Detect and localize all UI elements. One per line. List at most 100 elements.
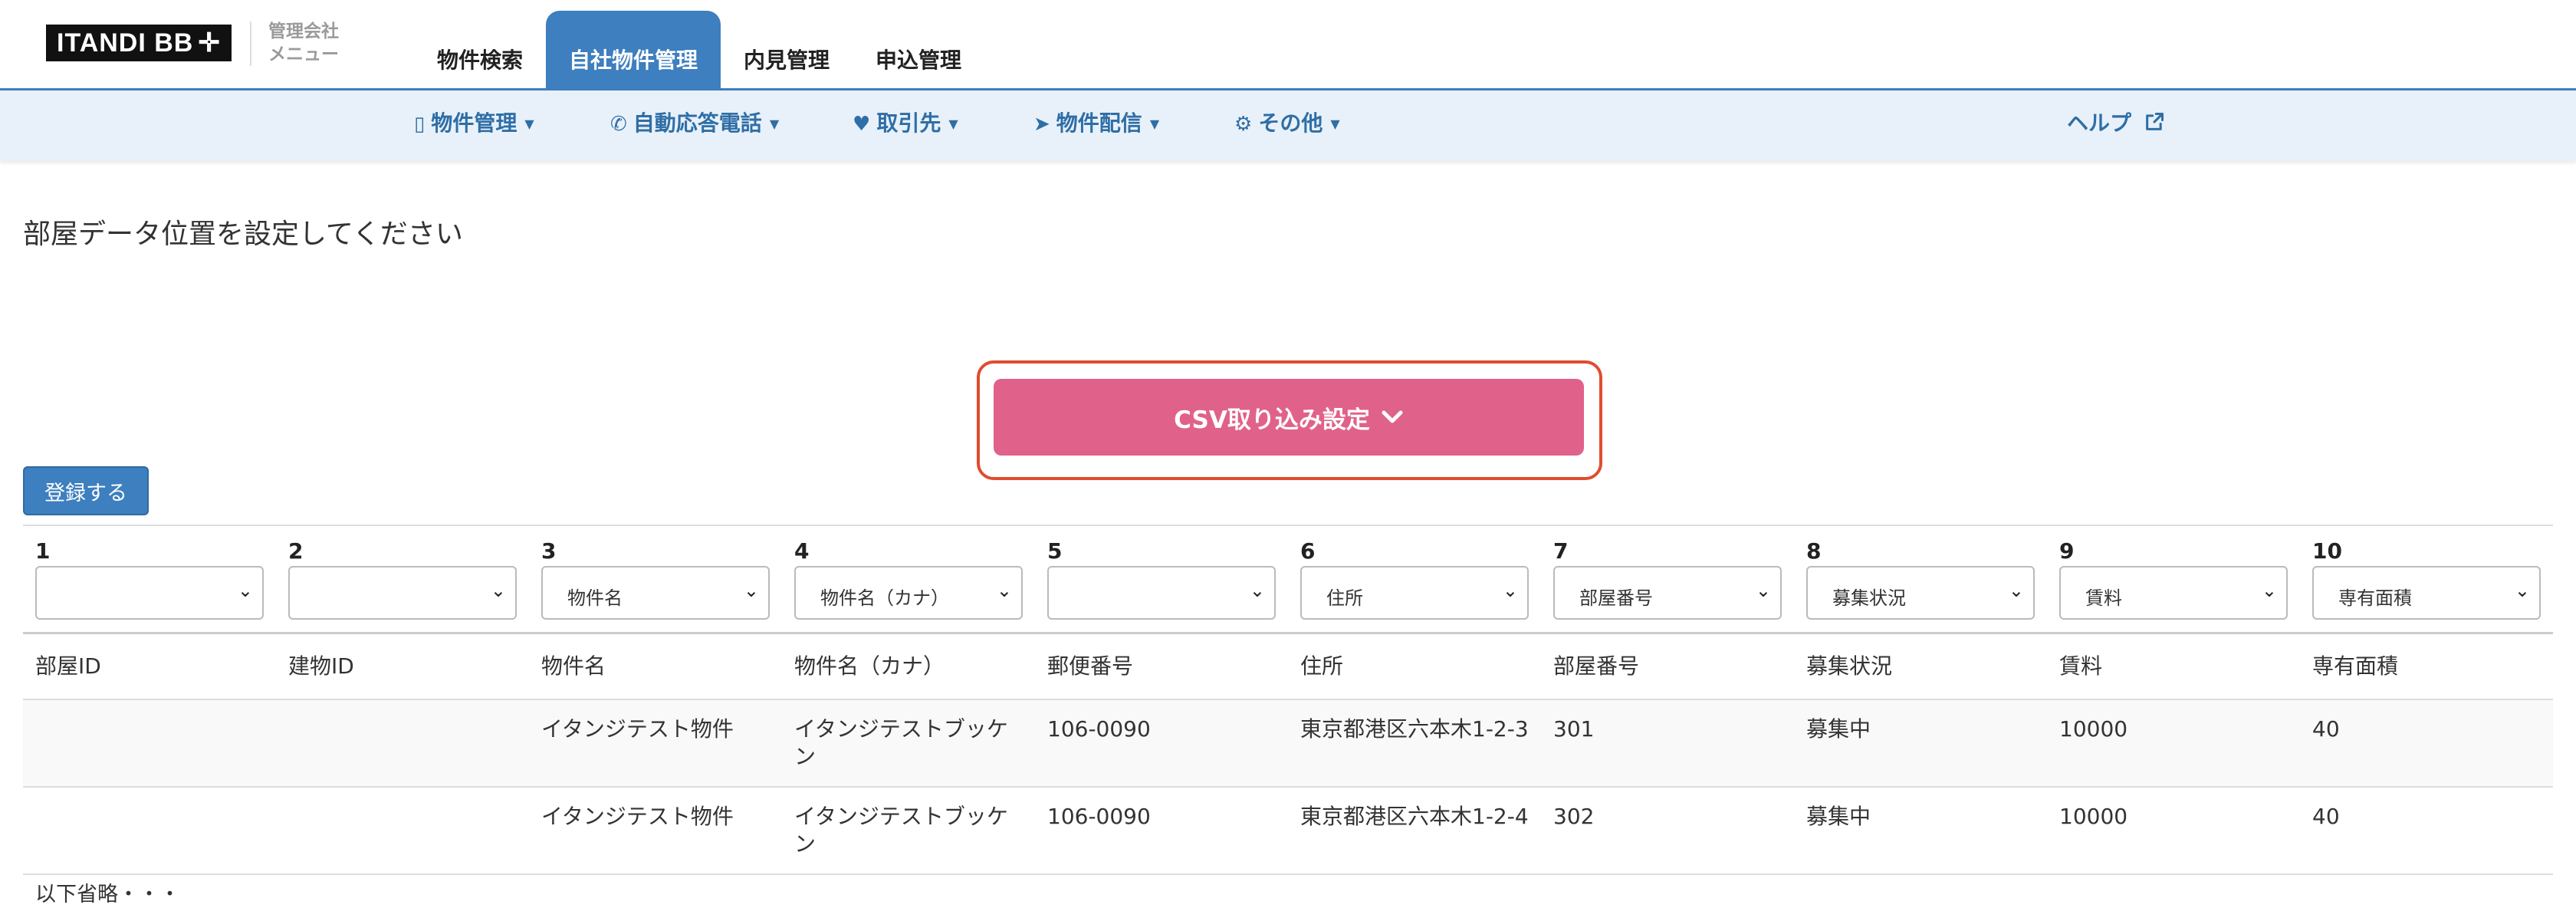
column-header: 賃料 [2059,653,2103,679]
logo-subtitle: 管理会社 メニュー [268,20,360,66]
tab-application-management[interactable]: 申込管理 [853,11,984,90]
column-number: 6 [1300,538,1316,564]
external-link-icon [2145,112,2164,130]
table-cell: 301 [1553,716,1595,742]
top-header: ITANDI BB ✛ 管理会社 メニュー 物件検索 自社物件管理 内見管理 申込… [0,0,2576,90]
chevron-down-icon: ⌄ [2261,580,2277,601]
table-cell: 302 [1553,804,1595,829]
subnav-auto-response-phone[interactable]: ✆ 自動応答電話 ▼ [610,90,779,161]
column-header: 物件名（カナ） [794,653,945,679]
logo-text: ITANDI BB [57,28,194,58]
column-mapping-select[interactable]: 住所 ⌄ [1300,566,1529,620]
column-number: 4 [794,538,810,564]
column-header: 郵便番号 [1047,653,1134,679]
paper-plane-icon: ➤ [1033,113,1050,136]
gear-icon: ⚙ [1234,113,1253,136]
column-header: 募集状況 [1806,653,1893,679]
column-number: 10 [2312,538,2342,564]
register-button[interactable]: 登録する [23,466,149,515]
table-cell: イタンジテストブッケン [794,716,1008,769]
heartbeat-icon: ♥ [853,113,871,136]
chevron-down-icon: ⌄ [490,580,506,601]
select-value: 賃料 [2085,587,2122,609]
column-number: 2 [288,538,304,564]
subnav-label: その他 [1258,110,1323,136]
tab-own-property-management[interactable]: 自社物件管理 [546,11,721,90]
table-cell: 10000 [2059,804,2128,829]
column-mapping-select[interactable]: 部屋番号 ⌄ [1553,566,1782,620]
table-cell: 40 [2312,716,2340,742]
column-mapping-select[interactable]: 専有面積 ⌄ [2312,566,2541,620]
column-number: 7 [1553,538,1569,564]
table-cell: 40 [2312,804,2340,829]
column-header: 専有面積 [2312,653,2399,679]
select-value: 物件名（カナ） [820,587,949,609]
column-number: 8 [1806,538,1822,564]
csv-import-settings-button[interactable]: CSV取り込み設定 [994,379,1584,456]
page-title: 部屋データ位置を設定してください [23,219,463,250]
logo-subtitle-line2: メニュー [268,44,339,64]
column-header: 部屋番号 [1553,653,1640,679]
table-cell: 東京都港区六本木1-2-3 [1300,716,1529,742]
column-number: 3 [541,538,557,564]
select-value: 物件名 [567,587,623,609]
subnav-label: 取引先 [876,110,941,136]
table-cell: イタンジテスト物件 [541,804,734,829]
chevron-down-icon: ⌄ [1502,580,1518,601]
tab-viewing-management[interactable]: 内見管理 [721,11,853,90]
select-value: 部屋番号 [1579,587,1653,609]
chevron-down-icon [1382,410,1403,423]
logo-divider [250,21,251,66]
subnav-business-partners[interactable]: ♥ 取引先 ▼ [853,90,958,161]
column-mapping-select[interactable]: 賃料 ⌄ [2059,566,2288,620]
chevron-down-icon: ⌄ [996,580,1012,601]
column-mapping-select[interactable]: 物件名（カナ） ⌄ [794,566,1023,620]
chevron-down-icon: ⌄ [1249,580,1265,601]
subnav-label: 自動応答電話 [632,110,762,136]
caret-down-icon: ▼ [524,117,534,131]
caret-down-icon: ▼ [769,117,780,131]
caret-down-icon: ▼ [1149,117,1160,131]
subnav-property-management[interactable]: ▯ 物件管理 ▼ [414,90,534,161]
column-mapping-select[interactable]: ⌄ [1047,566,1276,620]
table-cell: 106-0090 [1047,716,1151,742]
chevron-down-icon: ⌄ [237,580,253,601]
table-cell: イタンジテスト物件 [541,716,734,742]
caret-down-icon: ▼ [1330,117,1340,131]
itandi-bb-logo[interactable]: ITANDI BB ✛ [46,25,232,61]
select-value: 募集状況 [1832,587,1906,609]
table-header-row: 部屋ID 建物ID 物件名 物件名（カナ） 郵便番号 住所 部屋番号 募集状況 … [23,634,2553,700]
column-header: 部屋ID [35,653,101,679]
table-cell: 募集中 [1806,804,1871,829]
building-icon: ▯ [414,113,426,136]
subnav-help-link[interactable]: ヘルプ [2067,90,2165,161]
table-cell: 106-0090 [1047,804,1151,829]
column-mapping-select[interactable]: ⌄ [35,566,264,620]
main-nav: 物件検索 自社物件管理 内見管理 申込管理 [414,11,984,90]
chevron-down-icon: ⌄ [743,580,759,601]
help-label: ヘルプ [2067,110,2132,136]
sub-nav: ▯ 物件管理 ▼ ✆ 自動応答電話 ▼ ♥ 取引先 ▼ ➤ 物件配信 ▼ ⚙ その他 ▼ ヘルプ [0,90,2576,161]
subnav-label: 物件管理 [431,110,518,136]
column-number: 1 [35,538,51,564]
tab-property-search[interactable]: 物件検索 [414,11,546,90]
table-cell: 東京都港区六本木1-2-4 [1300,804,1529,829]
csv-button-label: CSV取り込み設定 [1174,406,1370,434]
column-mapping-select[interactable]: 物件名 ⌄ [541,566,770,620]
column-header: 物件名 [541,653,606,679]
logo-subtitle-line1: 管理会社 [268,21,339,41]
subnav-property-distribution[interactable]: ➤ 物件配信 ▼ [1033,90,1159,161]
logo-plus-icon: ✛ [198,28,221,58]
column-mapping-select[interactable]: ⌄ [288,566,517,620]
subnav-other[interactable]: ⚙ その他 ▼ [1234,90,1340,161]
column-mapping-select[interactable]: 募集状況 ⌄ [1806,566,2035,620]
omitted-rows-note: 以下省略・・・ [35,883,180,906]
chevron-down-icon: ⌄ [2008,580,2024,601]
table-cell: 募集中 [1806,716,1871,742]
column-header: 建物ID [288,653,354,679]
column-header: 住所 [1300,653,1344,679]
column-number: 5 [1047,538,1063,564]
table-top-divider [23,525,2553,526]
chevron-down-icon: ⌄ [2514,580,2530,601]
column-number: 9 [2059,538,2075,564]
